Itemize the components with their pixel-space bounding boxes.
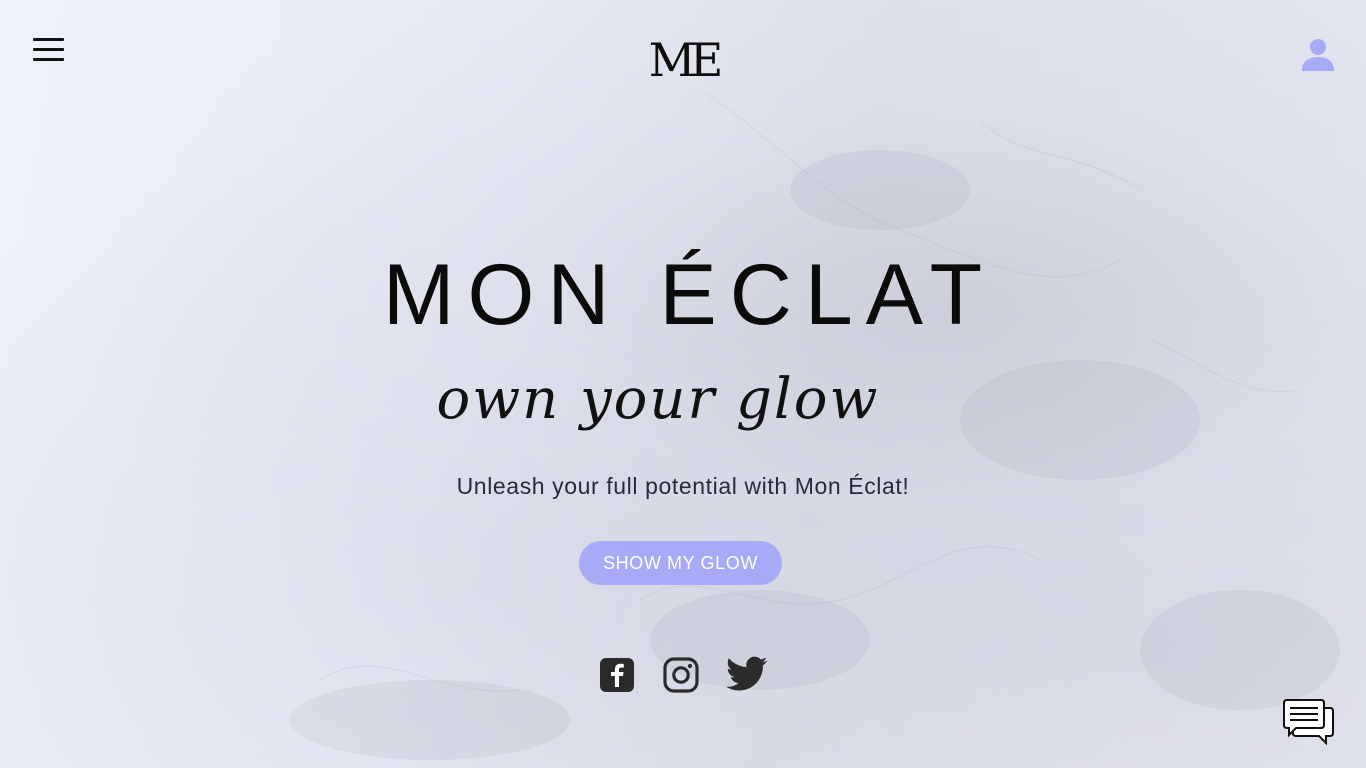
hero-subtitle: Unleash your full potential with Mon Écl… bbox=[456, 473, 910, 499]
instagram-icon bbox=[663, 657, 699, 693]
hero-title: MON ÉCLAT bbox=[382, 247, 996, 343]
chat-bubbles-icon bbox=[1283, 699, 1334, 746]
hero-tagline: own your glow bbox=[436, 367, 880, 432]
facebook-link[interactable] bbox=[599, 657, 635, 693]
show-my-glow-button[interactable]: SHOW MY GLOW bbox=[579, 541, 782, 585]
chat-button[interactable] bbox=[1282, 698, 1336, 746]
facebook-icon bbox=[600, 658, 634, 692]
instagram-link[interactable] bbox=[662, 656, 700, 694]
twitter-link[interactable] bbox=[726, 656, 768, 692]
brand-logo[interactable]: ME bbox=[0, 30, 1366, 90]
twitter-icon bbox=[726, 656, 768, 691]
account-button[interactable] bbox=[1300, 36, 1336, 72]
user-icon bbox=[1302, 39, 1334, 71]
